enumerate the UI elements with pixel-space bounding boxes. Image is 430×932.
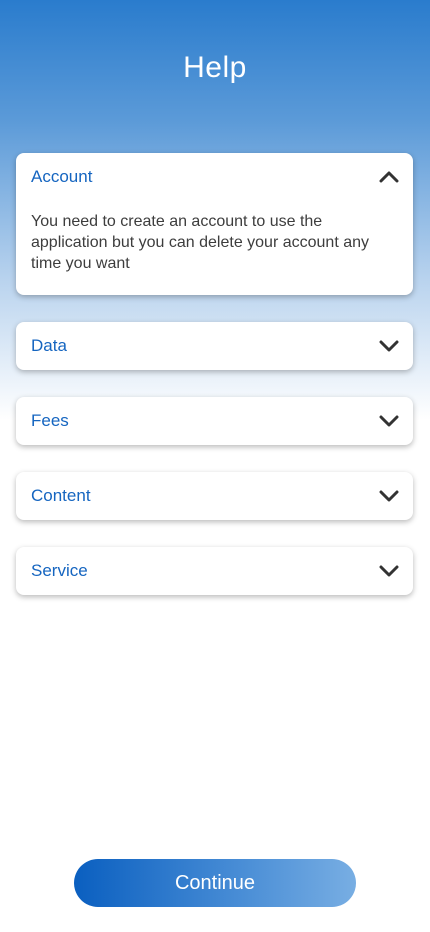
continue-button[interactable]: Continue: [74, 859, 356, 907]
faq-item-account: Account You need to create an account to…: [16, 153, 413, 295]
faq-header-fees[interactable]: Fees: [16, 397, 413, 445]
faq-item-fees: Fees: [16, 397, 413, 445]
chevron-down-icon[interactable]: [377, 409, 401, 433]
chevron-up-icon[interactable]: [377, 165, 401, 189]
faq-header-content[interactable]: Content: [16, 472, 413, 520]
faq-label: Account: [31, 167, 93, 186]
chevron-down-icon[interactable]: [377, 559, 401, 583]
faq-item-service: Service: [16, 547, 413, 595]
faq-item-content: Content: [16, 472, 413, 520]
faq-item-data: Data: [16, 322, 413, 370]
faq-header-service[interactable]: Service: [16, 547, 413, 595]
page-title: Help: [183, 51, 247, 84]
faq-label: Service: [31, 561, 88, 580]
faq-answer: You need to create an account to use the…: [31, 213, 370, 272]
faq-header-account[interactable]: Account: [16, 153, 413, 201]
chevron-down-icon[interactable]: [377, 334, 401, 358]
chevron-down-icon[interactable]: [377, 484, 401, 508]
faq-label: Fees: [31, 411, 69, 430]
faq-label: Content: [31, 486, 91, 505]
faq-header-data[interactable]: Data: [16, 322, 413, 370]
faq-label: Data: [31, 336, 67, 355]
